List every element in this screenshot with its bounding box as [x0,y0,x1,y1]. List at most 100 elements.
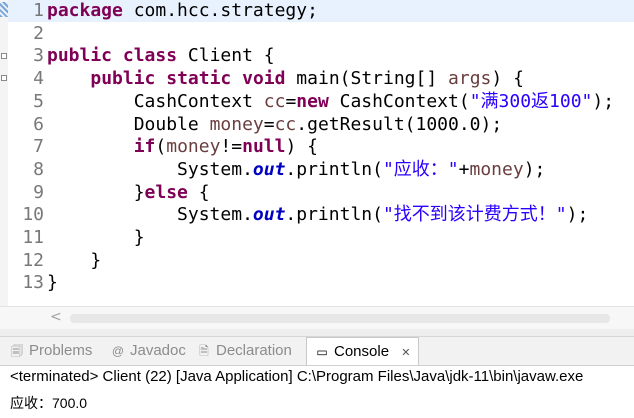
code-token: ); [566,204,589,226]
line-number: 10 [22,204,44,226]
horizontal-scrollbar[interactable]: < [0,306,634,329]
code-token: ( [155,136,167,158]
code-text: public class Client { [47,45,275,67]
code-token: .getResult(1000.0); [296,113,503,135]
tab-console[interactable]: ▭ Console ✕ [306,337,420,365]
code-token: cc [263,90,286,112]
scrollbar-thumb[interactable] [70,314,610,323]
console-output: 应收：700.0 [10,395,88,411]
code-token: = [285,90,297,112]
view-tab-bar: 🗐 Problems @ Javadoc 🗎 Declaration ▭ Console… [0,337,634,366]
line-number: 2 [33,22,44,44]
code-token: else [144,181,188,203]
tab-declaration[interactable]: 🗎 Declaration [197,337,292,365]
code-token: null [242,136,286,158]
code-token: package [47,0,123,21]
code-token: } [47,272,58,294]
code-token: Double [47,113,210,135]
code-token: ); [523,158,546,180]
code-token: money [166,136,221,158]
line-number: 7 [33,136,44,158]
code-token: money [469,158,524,180]
code-token: class [122,45,178,67]
code-token: cc [274,113,297,135]
editor-gutter [0,0,8,308]
close-icon[interactable]: ✕ [401,347,410,359]
javadoc-icon: @ [111,344,125,358]
code-token: Client { [177,45,275,67]
code-token: out [252,158,286,180]
code-text: } [47,227,145,249]
line-number: 3 [33,45,44,67]
pane-splitter[interactable] [0,329,634,337]
code-token: } [47,249,102,271]
code-token: { [187,181,210,203]
code-token: CashContext [47,90,264,112]
code-token: ) { [285,136,318,158]
line-number: 11 [22,227,44,248]
tab-label: Declaration [216,342,292,359]
code-text: } [47,250,101,272]
code-text: } [47,272,58,294]
code-token: System. [47,158,253,180]
tab-label: Console [334,343,390,360]
code-text: if(money!=null) { [47,136,318,158]
tab-problems[interactable]: 🗐 Problems [10,337,92,365]
code-token: "找不到该计费方式！" [382,204,567,226]
problems-icon: 🗐 [11,344,23,358]
code-token: + [458,158,470,180]
console-view[interactable]: <terminated> Client (22) [Java Applicati… [0,366,634,418]
tab-label: Javadoc [130,342,186,359]
code-token: } [47,227,145,248]
code-token: out [252,204,286,226]
fold-toggle-icon[interactable] [1,53,7,59]
annotation-marker-icon [0,2,8,17]
console-icon: ▭ [316,345,328,359]
line-number: 1 [33,0,44,21]
code-line[interactable]: 1 package com.hcc.strategy; [8,0,634,22]
code-token: money [209,113,264,135]
code-token: ) { [491,68,524,90]
code-text: System.out.println("找不到该计费方式！"); [47,204,588,226]
code-token: .println( [285,158,383,180]
code-token: } [47,181,145,203]
code-token: ); [592,90,615,112]
line-number: 13 [22,272,44,294]
fold-toggle-icon[interactable] [1,75,7,81]
line-number: 12 [22,249,44,271]
code-token: "满300返100" [469,90,593,112]
code-text: CashContext cc=new CashContext("满300返100… [47,91,614,113]
code-editor[interactable]: 1 package com.hcc.strategy; 2 3 public class… [0,0,634,308]
code-token: = [263,113,275,135]
code-token: public [47,45,113,67]
declaration-icon: 🗎 [199,344,209,358]
console-status: <terminated> Client (22) [Java Applicati… [10,368,584,385]
code-token: "应收：" [382,158,459,180]
code-token: com.hcc.strategy; [122,0,318,21]
code-text: package com.hcc.strategy; [47,0,318,22]
code-token: new [296,90,329,112]
tab-label: Problems [29,342,93,359]
line-number: 8 [33,158,44,180]
tab-javadoc[interactable]: @ Javadoc [111,337,186,365]
code-token: void [242,68,286,90]
line-number: 5 [33,90,44,112]
code-text: Double money=cc.getResult(1000.0); [47,113,503,136]
code-token: main(String[] [285,68,449,90]
code-token: static [166,68,232,90]
code-token: .println( [285,204,383,226]
code-token: if [133,136,156,158]
line-number: 4 [33,68,44,90]
scroll-left-arrow-icon[interactable]: < [50,309,62,325]
code-text: }else { [47,182,210,204]
code-token: System. [47,204,253,226]
line-number: 6 [33,113,44,135]
code-text: public static void main(String[] args) { [47,68,524,90]
line-number: 9 [33,181,44,203]
code-token: != [220,136,243,158]
